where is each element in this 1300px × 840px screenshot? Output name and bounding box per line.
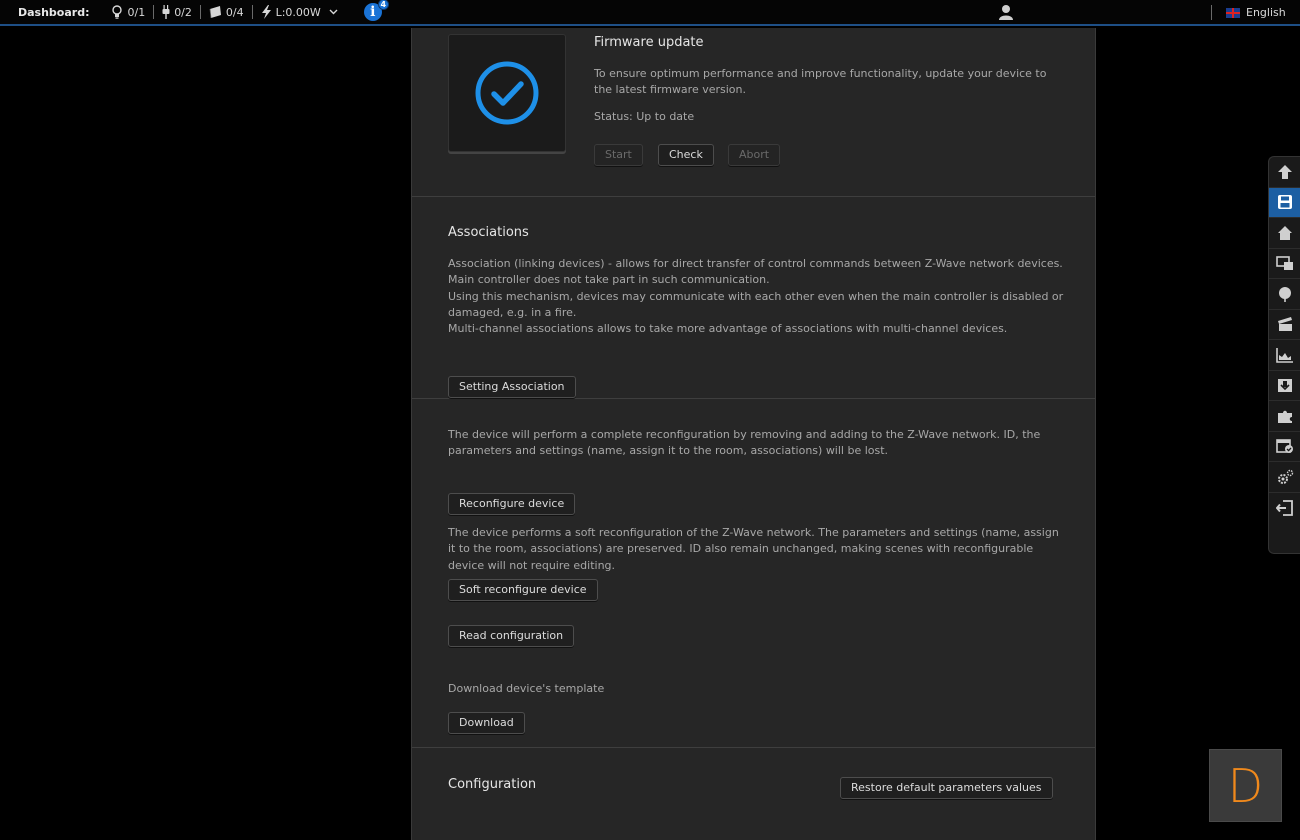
settings-button[interactable] — [1269, 462, 1300, 493]
balloon-icon — [1279, 286, 1291, 302]
configuration-section: Configuration Restore default parameters… — [412, 748, 1095, 840]
check-button[interactable]: Check — [658, 144, 714, 166]
top-bar: Dashboard: 0/1 0/2 0/4 L:0.00W i 4 Engli… — [0, 0, 1300, 26]
plugins-button[interactable] — [1269, 401, 1300, 432]
gears-icon — [1278, 469, 1294, 484]
backup-button[interactable] — [1269, 371, 1300, 401]
lightning-icon — [261, 5, 271, 19]
associations-line: Main controller does not take part in su… — [448, 273, 770, 287]
lights-stat[interactable]: 0/1 — [103, 5, 153, 19]
setting-association-button[interactable]: Setting Association — [448, 376, 576, 398]
reconfigure-section: The device will perform a complete recon… — [412, 399, 1095, 748]
power-value: L:0.00W — [275, 5, 321, 19]
reconfigure-device-button[interactable]: Reconfigure device — [448, 493, 576, 515]
clapper-icon — [1278, 317, 1292, 332]
blinds-stat[interactable]: 0/4 — [201, 6, 252, 19]
associations-line: Using this mechanism, devices may commun… — [448, 289, 1064, 319]
plug-icon — [162, 5, 170, 19]
firmware-status: Status: Up to date — [594, 110, 695, 123]
arrow-up-icon — [1278, 164, 1292, 179]
sockets-stat[interactable]: 0/2 — [154, 5, 200, 19]
user-icon[interactable] — [998, 4, 1014, 23]
associations-line: Multi-channel associations allows to tak… — [448, 322, 1008, 336]
right-sidebar — [1268, 156, 1300, 554]
devices-button[interactable] — [1269, 249, 1300, 279]
rooms-button[interactable] — [1269, 279, 1300, 310]
configuration-title: Configuration — [448, 777, 537, 792]
panels-button[interactable] — [1269, 340, 1300, 371]
download-button[interactable]: Download — [448, 712, 525, 734]
restore-defaults-button[interactable]: Restore default parameters values — [840, 777, 1053, 799]
sockets-count: 0/2 — [174, 5, 192, 19]
check-circle-icon — [475, 61, 539, 125]
home-icon — [1278, 225, 1292, 240]
abort-button[interactable]: Abort — [728, 144, 781, 166]
blinds-count: 0/4 — [225, 5, 244, 19]
devices-icon — [1276, 256, 1293, 271]
chevron-down-icon[interactable] — [329, 9, 338, 15]
associations-title: Associations — [448, 225, 529, 240]
scroll-top-button[interactable] — [1269, 157, 1300, 188]
associations-line: Association (linking devices) - allows f… — [448, 257, 1063, 270]
logout-icon — [1276, 499, 1293, 516]
info-icon[interactable]: i 4 — [363, 0, 389, 21]
puzzle-icon — [1278, 410, 1292, 423]
read-configuration-button[interactable]: Read configuration — [448, 625, 575, 647]
device-settings-panel: Firmware update To ensure optimum perfor… — [411, 28, 1096, 840]
dashboard-label: Dashboard: — [18, 5, 90, 19]
archive-icon — [1278, 379, 1292, 393]
reconfigure-description: The device will perform a complete recon… — [448, 428, 1041, 458]
schedule-button[interactable] — [1269, 432, 1300, 462]
download-template-text: Download device's template — [448, 682, 605, 695]
firmware-section: Firmware update To ensure optimum perfor… — [412, 28, 1095, 197]
notification-badge: 4 — [377, 0, 389, 10]
floating-widget[interactable]: D — [1209, 749, 1282, 822]
power-stat[interactable]: L:0.00W — [253, 5, 346, 19]
save-icon — [1278, 195, 1292, 210]
lightbulb-icon — [112, 5, 123, 19]
home-button[interactable] — [1269, 218, 1300, 249]
divider — [1211, 5, 1212, 20]
soft-reconfigure-button[interactable]: Soft reconfigure device — [448, 579, 598, 601]
blinds-icon — [209, 6, 221, 18]
firmware-status-tile — [448, 34, 566, 152]
associations-section: Associations Association (linking device… — [412, 197, 1095, 399]
language-label: English — [1246, 6, 1286, 19]
firmware-title: Firmware update — [594, 35, 704, 50]
associations-description: Association (linking devices) - allows f… — [448, 256, 1068, 337]
widget-letter: D — [1227, 758, 1264, 813]
scenes-button[interactable] — [1269, 310, 1300, 340]
logout-button[interactable] — [1269, 493, 1300, 524]
start-button[interactable]: Start — [594, 144, 643, 166]
calendar-check-icon — [1276, 439, 1293, 454]
chart-icon — [1276, 347, 1293, 363]
firmware-description: To ensure optimum performance and improv… — [594, 67, 1047, 97]
lights-count: 0/1 — [127, 5, 146, 19]
soft-reconfigure-description: The device performs a soft reconfigurati… — [448, 526, 1059, 572]
save-button[interactable] — [1269, 187, 1300, 218]
uk-flag-icon — [1226, 7, 1240, 18]
language-selector[interactable]: English — [1226, 6, 1286, 19]
